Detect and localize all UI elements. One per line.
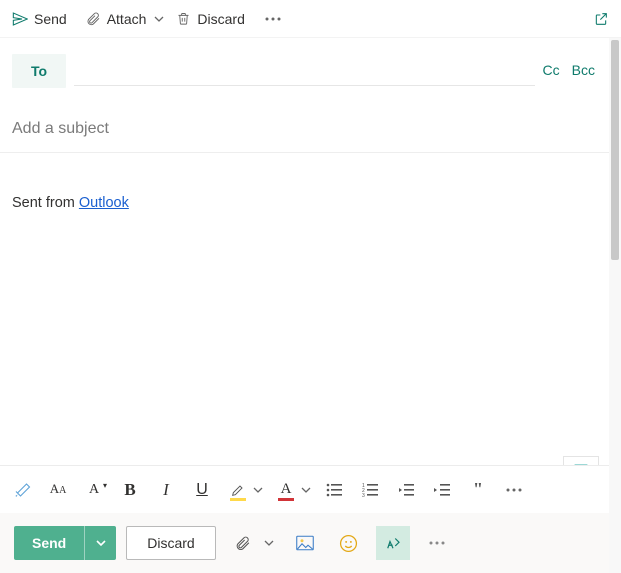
chevron-down-icon [253, 485, 263, 495]
subject-input[interactable] [12, 116, 595, 142]
popout-button[interactable] [585, 2, 617, 36]
bullet-list-button[interactable] [318, 473, 350, 507]
italic-icon: I [163, 480, 169, 500]
font-color-dropdown[interactable] [298, 473, 314, 507]
footer-more-button[interactable] [420, 526, 454, 560]
attach-label: Attach [107, 11, 147, 27]
indent-icon [434, 483, 450, 497]
to-input[interactable] [74, 56, 535, 86]
more-actions-button[interactable] [255, 2, 291, 36]
footer-send-button[interactable]: Send [14, 526, 84, 560]
compose-footer: Send Discard [0, 513, 609, 573]
highlight-color-swatch [230, 498, 246, 501]
cc-bcc-group: Cc Bcc [543, 62, 595, 80]
formatting-icon [384, 534, 402, 552]
signature-prefix: Sent from [12, 195, 79, 211]
compose-area: To Cc Bcc Sent from Outlook [0, 38, 621, 573]
attach-button[interactable]: Attach [77, 2, 155, 36]
quote-icon: " [473, 479, 483, 500]
format-painter-button[interactable] [6, 473, 38, 507]
scrollbar[interactable] [609, 38, 621, 573]
scrollbar-thumb[interactable] [611, 40, 619, 260]
footer-discard-button[interactable]: Discard [126, 526, 215, 560]
font-size-button[interactable]: A▾ [78, 473, 110, 507]
numbered-list-icon: 123 [362, 483, 378, 497]
send-icon [12, 11, 28, 27]
chevron-down-icon [264, 538, 274, 548]
quote-button[interactable]: " [462, 473, 494, 507]
compose-toolbar: Send Attach Discard [0, 0, 621, 38]
bullet-list-icon [326, 483, 342, 497]
font-size-icon: A▾ [89, 482, 99, 498]
bcc-button[interactable]: Bcc [572, 62, 595, 78]
attach-dropdown[interactable] [150, 2, 166, 36]
font-button[interactable]: AA [42, 473, 74, 507]
insert-picture-button[interactable] [288, 526, 322, 560]
discard-label: Discard [197, 11, 244, 27]
underline-icon: U [196, 481, 208, 499]
cc-button[interactable]: Cc [543, 62, 560, 78]
font-icon: AA [50, 481, 67, 498]
send-button[interactable]: Send [4, 2, 75, 36]
message-body[interactable]: Sent from Outlook [0, 153, 609, 398]
underline-button[interactable]: U [186, 473, 218, 507]
emoji-button[interactable] [332, 526, 366, 560]
footer-attach-dropdown[interactable] [260, 526, 278, 560]
chevron-down-icon [96, 538, 106, 548]
ellipsis-icon [265, 17, 281, 21]
footer-attach-button[interactable] [226, 526, 260, 560]
subject-row [0, 94, 609, 153]
to-label: To [31, 63, 47, 79]
chevron-down-icon [154, 14, 164, 24]
chevron-down-icon [301, 485, 311, 495]
to-button[interactable]: To [12, 54, 66, 88]
popout-icon [593, 11, 609, 27]
paperclip-icon [234, 535, 251, 552]
ellipsis-icon [506, 488, 522, 492]
ellipsis-icon [429, 541, 445, 545]
font-color-swatch [278, 498, 294, 501]
footer-send-dropdown[interactable] [84, 526, 116, 560]
outdent-icon [398, 483, 414, 497]
bold-icon: B [124, 480, 135, 500]
outdent-button[interactable] [390, 473, 422, 507]
indent-button[interactable] [426, 473, 458, 507]
emoji-icon [339, 534, 358, 553]
footer-discard-label: Discard [147, 535, 194, 551]
footer-send-label: Send [32, 535, 66, 551]
numbered-list-button[interactable]: 123 [354, 473, 386, 507]
bold-button[interactable]: B [114, 473, 146, 507]
svg-text:3: 3 [362, 493, 365, 497]
highlight-dropdown[interactable] [250, 473, 266, 507]
format-painter-icon [13, 481, 31, 499]
font-color-icon: A [281, 481, 292, 498]
format-toolbar: AA A▾ B I U [0, 465, 609, 513]
picture-icon [296, 535, 314, 551]
paperclip-icon [85, 11, 101, 27]
trash-icon [176, 11, 191, 26]
highlight-icon [230, 482, 246, 498]
format-more-button[interactable] [498, 473, 530, 507]
toggle-format-bar-button[interactable] [376, 526, 410, 560]
italic-button[interactable]: I [150, 473, 182, 507]
discard-button[interactable]: Discard [168, 2, 252, 36]
send-label: Send [34, 11, 67, 27]
send-split-button: Send [14, 526, 116, 560]
recipients-row: To Cc Bcc [0, 46, 609, 88]
signature-link[interactable]: Outlook [79, 195, 129, 211]
